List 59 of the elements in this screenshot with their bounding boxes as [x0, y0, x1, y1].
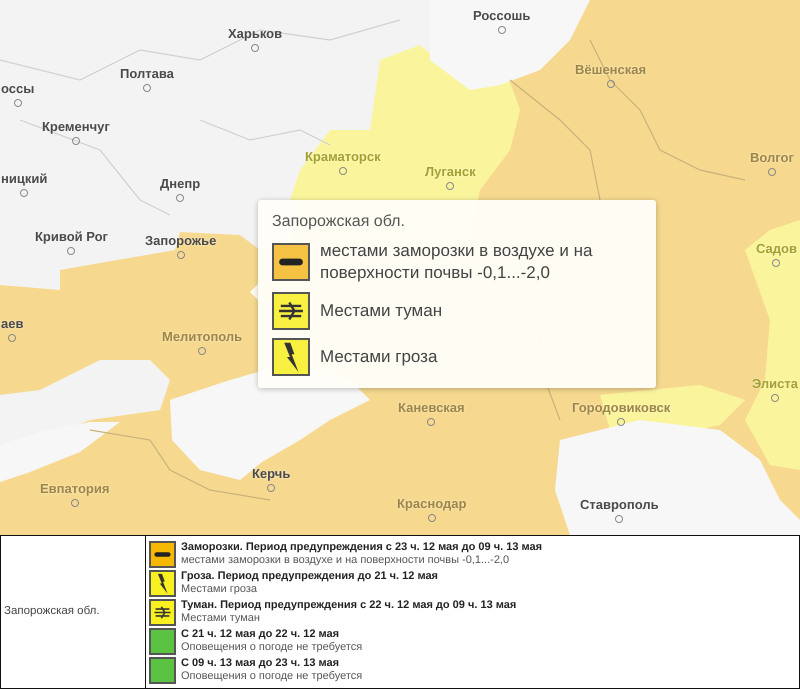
warning-period: Гроза. Период предупреждения до 21 ч. 12 мая	[181, 570, 438, 583]
city-label: Каневская	[398, 400, 465, 415]
city-marker-icon	[198, 347, 206, 355]
city-label: Керчь	[252, 466, 290, 481]
city-marker-icon	[251, 44, 260, 52]
city-marker-icon	[72, 137, 80, 145]
warning-text: Местами туман	[181, 612, 261, 625]
city-label: Волгог	[750, 150, 794, 165]
city-label: Полтава	[120, 66, 174, 81]
city-marker-icon	[176, 251, 185, 259]
city-label: аев	[1, 316, 24, 331]
warning-text: местами заморозки в воздухе и на поверхности почвы -0,1...-2,0	[181, 554, 510, 567]
warning-text: Оповещения о погоде не требуется	[181, 641, 362, 654]
city-label: Ставрополь	[580, 497, 659, 512]
warning-text: Оповещения о погоде не требуется	[181, 670, 362, 683]
city-marker-icon	[772, 259, 780, 267]
city-label: Городовиковск	[572, 400, 670, 415]
warning-period: С 21 ч. 12 мая до 22 ч. 12 мая	[181, 628, 340, 641]
region-cell: Запорожская обл.	[0, 536, 146, 688]
city-label: Евпатория	[40, 481, 110, 496]
city-marker-icon	[70, 499, 79, 507]
warning-period: С 09 ч. 13 мая до 23 ч. 13 мая	[181, 657, 340, 670]
city-marker-icon	[428, 514, 436, 522]
city-label: Луганск	[425, 164, 476, 179]
city-label: Элиста	[752, 376, 798, 391]
warning-period: Туман. Период предупреждения с 22 ч. 12 мая до 09 ч. 13 мая	[181, 599, 516, 612]
city-label: Мелитополь	[162, 329, 242, 344]
city-label: Харьков	[228, 26, 282, 41]
city-marker-icon	[771, 394, 779, 402]
tooltip-title: Запорожская обл.	[272, 212, 406, 232]
warning-text: Местами гроза	[181, 583, 258, 596]
city-marker-icon	[427, 418, 436, 426]
city-marker-icon	[14, 99, 22, 107]
city-label: Краснодар	[397, 496, 466, 511]
city-label: Россошь	[473, 8, 530, 23]
city-label: Садов	[756, 241, 797, 256]
warning-text: местами заморозки в воздухе и на поверхности почвы -0,1...-2,0	[320, 240, 594, 284]
city-marker-icon	[176, 194, 184, 202]
city-label: оссы	[1, 81, 34, 96]
warning-period: Заморозки. Период предупреждения с 23 ч. 12 мая до 09 ч. 13 мая	[181, 541, 542, 554]
city-marker-icon	[8, 334, 16, 342]
city-marker-icon	[768, 168, 776, 176]
city-marker-icon	[498, 26, 506, 34]
city-marker-icon	[617, 418, 626, 426]
city-marker-icon	[67, 247, 76, 255]
warning-text: Местами гроза	[320, 346, 438, 368]
city-label: Кременчуг	[42, 119, 110, 134]
warning-text: Местами туман	[320, 300, 442, 322]
city-marker-icon	[142, 84, 151, 92]
city-marker-icon	[267, 484, 276, 492]
city-marker-icon	[446, 182, 454, 190]
city-label: Кривой Рог	[35, 229, 108, 244]
city-label: Вёшенская	[575, 62, 646, 77]
city-marker-icon	[606, 80, 615, 88]
city-marker-icon	[615, 515, 624, 523]
city-marker-icon	[338, 167, 347, 175]
city-label: ницкий	[1, 171, 48, 186]
city-label: Днепр	[160, 176, 200, 191]
city-marker-icon	[20, 189, 28, 197]
